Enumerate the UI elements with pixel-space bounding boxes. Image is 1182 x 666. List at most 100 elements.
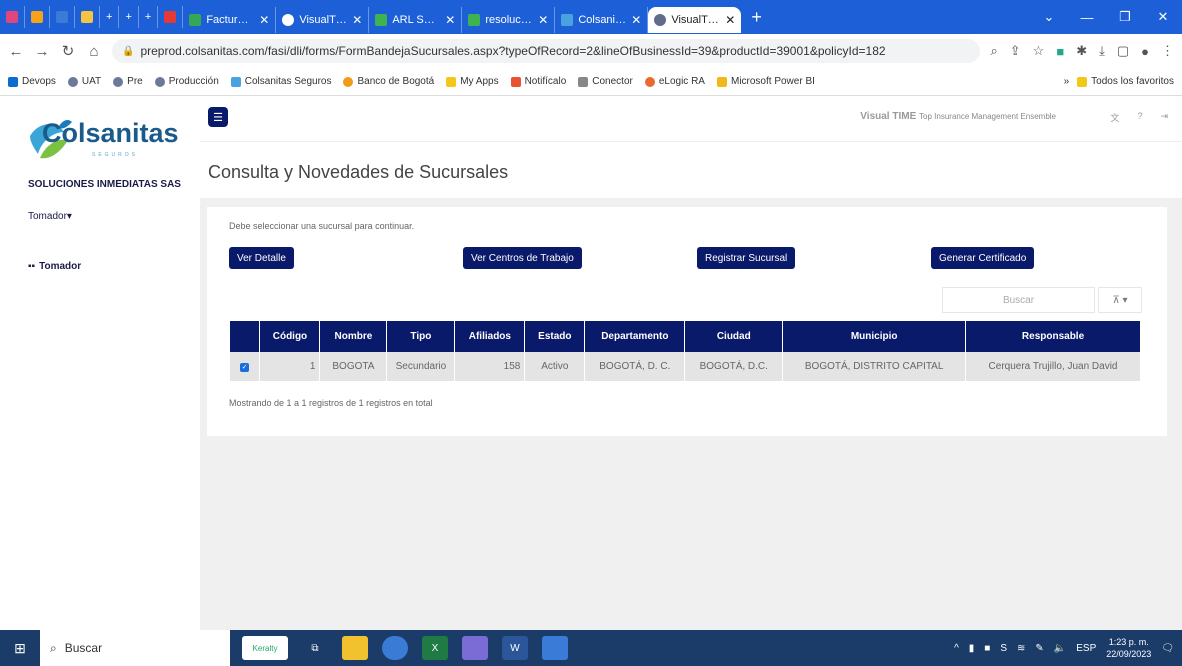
role-dropdown[interactable]: Tomador▾ xyxy=(28,211,72,222)
bookmark-my-apps[interactable]: My Apps xyxy=(446,76,499,87)
row-checkbox[interactable]: ✓ xyxy=(230,352,261,381)
windows-start-icon[interactable]: ⊞ xyxy=(0,640,40,657)
cell-departamento: BOGOTÁ, D. C. xyxy=(584,352,686,381)
close-icon[interactable]: ✕ xyxy=(445,13,455,27)
excel-icon[interactable]: X xyxy=(422,636,448,660)
bookmark-notificalo[interactable]: Notifícalo xyxy=(510,76,566,87)
bookmark-uat[interactable]: UAT xyxy=(67,76,101,87)
wifi-icon[interactable]: ≋ xyxy=(1017,643,1025,654)
share-icon[interactable]: ⇪ xyxy=(1010,43,1021,59)
bookmark-conector[interactable]: Conector xyxy=(578,76,633,87)
column-header-estado[interactable]: Estado xyxy=(524,321,586,352)
tab-visualtime-active[interactable]: VisualTIME✕ xyxy=(648,7,742,33)
task-view-icon[interactable]: ⧉ xyxy=(302,636,328,660)
sidebar-item-tomador[interactable]: ▪▪ Tomador xyxy=(28,261,81,272)
bookmark-elogic[interactable]: eLogic RA xyxy=(644,76,705,87)
column-header-departamento[interactable]: Departamento xyxy=(584,321,686,352)
more-bookmarks-icon[interactable]: » xyxy=(1064,76,1070,87)
pinned-tab[interactable] xyxy=(50,6,75,28)
puzzle-icon[interactable]: ✱ xyxy=(1076,43,1087,59)
close-icon[interactable]: ✕ xyxy=(259,13,269,27)
word-icon[interactable]: W xyxy=(502,636,528,660)
paint-icon[interactable] xyxy=(462,636,488,660)
close-icon[interactable]: ✕ xyxy=(725,13,735,27)
bookmark-banco-bogota[interactable]: Banco de Bogotá xyxy=(343,76,434,87)
network-app-icon[interactable]: ■ xyxy=(984,643,990,654)
pinned-tab[interactable]: + xyxy=(100,6,120,28)
column-header-codigo[interactable]: Código xyxy=(259,321,321,352)
pinned-tab[interactable]: + xyxy=(119,6,139,28)
file-explorer-icon[interactable] xyxy=(342,636,368,660)
bookmark-power-bi[interactable]: Microsoft Power BI xyxy=(716,76,815,87)
close-icon[interactable]: ✕ xyxy=(538,13,548,27)
zoom-icon[interactable]: ⌕ xyxy=(990,43,997,59)
close-icon[interactable]: ✕ xyxy=(352,13,362,27)
close-icon[interactable]: ✕ xyxy=(631,13,641,27)
tab-resolucion[interactable]: resolucion-✕ xyxy=(462,7,556,33)
url-field[interactable]: 🔒 preprod.colsanitas.com/fasi/dli/forms/… xyxy=(112,39,981,63)
column-header-nombre[interactable]: Nombre xyxy=(319,321,388,352)
chevron-down-icon[interactable]: ⌄ xyxy=(1030,9,1068,25)
language-indicator[interactable]: ESP xyxy=(1076,643,1096,654)
star-icon[interactable]: ☆ xyxy=(1033,43,1045,59)
security-shield-icon[interactable] xyxy=(542,636,568,660)
back-icon[interactable]: ← xyxy=(8,43,24,60)
hamburger-menu-button[interactable]: ☰ xyxy=(208,107,228,127)
logout-icon[interactable]: ⇥ xyxy=(1160,111,1168,124)
bookmark-devops[interactable]: Devops xyxy=(8,76,56,87)
help-icon[interactable]: ? xyxy=(1137,111,1142,124)
clock[interactable]: 1:23 p. m. 22/09/2023 xyxy=(1106,636,1151,660)
pinned-tab[interactable] xyxy=(75,6,100,28)
volume-icon[interactable]: 🔈 xyxy=(1054,643,1066,654)
taskbar-search[interactable]: ⌕ Buscar xyxy=(40,630,230,666)
new-tab-button[interactable]: + xyxy=(741,7,772,28)
translate-icon[interactable]: 文 xyxy=(1110,111,1119,124)
tab-favicon-icon xyxy=(56,11,68,23)
extension-icon[interactable]: ■ xyxy=(1056,44,1064,59)
download-icon[interactable]: ⤓ xyxy=(1099,43,1105,59)
bookmark-colsanitas-seguros[interactable]: Colsanitas Seguros xyxy=(230,76,331,87)
folder-icon xyxy=(1077,76,1088,87)
forward-icon[interactable]: → xyxy=(34,43,50,60)
close-icon[interactable]: ✕ xyxy=(1144,9,1182,25)
column-header-tipo[interactable]: Tipo xyxy=(386,321,456,352)
table-row[interactable]: ✓ 1 BOGOTA Secundario 158 Activo BOGOTÁ,… xyxy=(230,352,1141,381)
bookmark-produccion[interactable]: Producción xyxy=(154,76,219,87)
profile-avatar-icon[interactable]: ● xyxy=(1141,44,1149,59)
all-bookmarks[interactable]: Todos los favoritos xyxy=(1077,76,1174,87)
tab-colsanitas[interactable]: Colsanitas ✕ xyxy=(555,7,649,33)
notifications-icon[interactable]: 🗨 xyxy=(1161,643,1174,654)
cell-responsable: Cerquera Trujillo, Juan David xyxy=(965,352,1141,381)
chrome-icon[interactable] xyxy=(382,636,408,660)
pinned-tab[interactable] xyxy=(158,6,184,28)
tab-visualtime[interactable]: VisualTIME✕ xyxy=(276,7,370,33)
column-header-afiliados[interactable]: Afiliados xyxy=(454,321,526,352)
pinned-tab[interactable]: + xyxy=(139,6,159,28)
column-header-municipio[interactable]: Municipio xyxy=(782,321,967,352)
skype-icon[interactable]: S xyxy=(1000,643,1007,654)
restore-icon[interactable]: ❐ xyxy=(1106,9,1144,25)
usb-icon[interactable]: ▮ xyxy=(969,643,975,654)
column-header-responsable[interactable]: Responsable xyxy=(965,321,1141,352)
pinned-tab[interactable] xyxy=(0,6,25,28)
sidepanel-icon[interactable]: ▢ xyxy=(1117,43,1129,59)
bookmark-pre[interactable]: Pre xyxy=(113,76,143,87)
generar-certificado-button[interactable]: Generar Certificado xyxy=(931,247,1035,269)
pinned-tab[interactable] xyxy=(25,6,50,28)
home-icon[interactable]: ⌂ xyxy=(86,43,102,60)
ver-detalle-button[interactable]: Ver Detalle xyxy=(229,247,294,269)
colsanitas-icon xyxy=(230,76,241,87)
minimize-icon[interactable]: — xyxy=(1068,10,1106,25)
pen-icon[interactable]: ✎ xyxy=(1035,643,1043,654)
tab-arl-sura[interactable]: ARL SURA -✕ xyxy=(369,7,463,33)
column-header-ciudad[interactable]: Ciudad xyxy=(684,321,784,352)
column-toggle-button[interactable]: ⊼ ▾ xyxy=(1098,287,1142,313)
chevron-up-icon[interactable]: ^ xyxy=(954,643,959,654)
ver-centros-trabajo-button[interactable]: Ver Centros de Trabajo xyxy=(463,247,582,269)
menu-dots-icon[interactable]: ⋮ xyxy=(1161,43,1174,59)
keralty-app-icon[interactable]: Keralty xyxy=(242,636,288,660)
search-input[interactable]: Buscar xyxy=(942,287,1095,313)
registrar-sucursal-button[interactable]: Registrar Sucursal xyxy=(697,247,796,269)
reload-icon[interactable]: ↻ xyxy=(60,42,76,60)
tab-facturacion[interactable]: Facturación✕ xyxy=(183,7,277,33)
